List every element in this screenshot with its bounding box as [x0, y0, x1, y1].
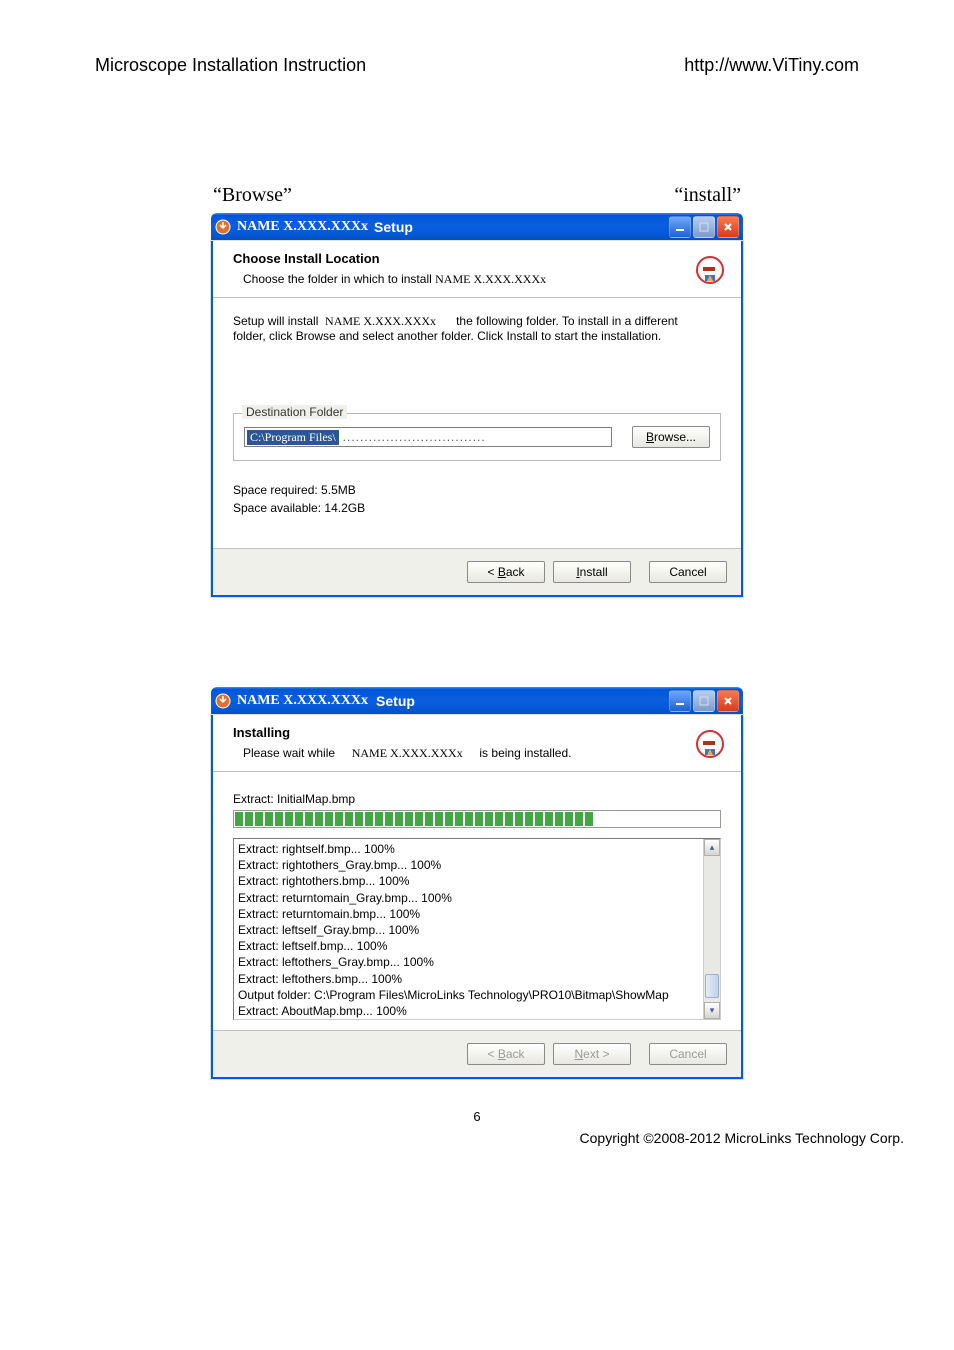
- window-title-setup: Setup: [376, 693, 415, 709]
- annotation-browse: “Browse”: [213, 184, 292, 207]
- space-required: Space required: 5.5MB: [233, 481, 721, 499]
- installing-dialog: NAME X.XXX.XXXx Setup Installing Please …: [211, 687, 743, 1079]
- install-location-dialog: NAME X.XXX.XXXx Setup Choose Install Loc…: [211, 213, 743, 597]
- dialog-heading: Choose Install Location: [233, 251, 695, 266]
- close-button[interactable]: [717, 216, 739, 238]
- cancel-button[interactable]: Cancel: [649, 561, 727, 583]
- window-title-name: NAME X.XXX.XXXx: [237, 693, 368, 709]
- dialog-subheading: Please wait while NAME X.XXX.XXXx is bei…: [243, 746, 695, 761]
- progress-status-label: Extract: InitialMap.bmp: [233, 792, 721, 806]
- window-title-name: NAME X.XXX.XXXx: [237, 219, 368, 235]
- install-button[interactable]: Install: [553, 561, 631, 583]
- doc-title-right: http://www.ViTiny.com: [684, 55, 859, 76]
- back-button: < Back: [467, 1043, 545, 1065]
- annotation-install: “install”: [674, 184, 741, 207]
- minimize-button[interactable]: [669, 690, 691, 712]
- space-available: Space available: 14.2GB: [233, 499, 721, 517]
- scroll-thumb[interactable]: [705, 974, 719, 998]
- installer-icon: [215, 693, 231, 709]
- next-button: Next >: [553, 1043, 631, 1065]
- destination-folder-label: Destination Folder: [242, 405, 347, 419]
- destination-folder-input[interactable]: C:\Program Files\ ......................…: [244, 427, 612, 447]
- destination-folder-group: Destination Folder C:\Program Files\ ...…: [233, 413, 721, 461]
- install-log: Extract: rightself.bmp... 100%Extract: r…: [233, 838, 721, 1020]
- maximize-button: [693, 216, 715, 238]
- log-scrollbar[interactable]: ▴ ▾: [703, 839, 720, 1019]
- cancel-button: Cancel: [649, 1043, 727, 1065]
- install-log-text: Extract: rightself.bmp... 100%Extract: r…: [234, 839, 703, 1019]
- browse-button[interactable]: Browse...: [632, 426, 710, 448]
- installer-icon: [215, 219, 231, 235]
- page-number: 6: [95, 1109, 859, 1124]
- dialog-heading: Installing: [233, 725, 695, 740]
- scroll-down-button[interactable]: ▾: [704, 1002, 720, 1019]
- titlebar[interactable]: NAME X.XXX.XXXx Setup: [211, 687, 743, 715]
- progress-bar: [233, 810, 721, 828]
- close-button[interactable]: [717, 690, 739, 712]
- dialog-subheading: Choose the folder in which to install NA…: [243, 272, 695, 287]
- maximize-button: [693, 690, 715, 712]
- titlebar[interactable]: NAME X.XXX.XXXx Setup: [211, 213, 743, 241]
- installer-logo-icon: [695, 255, 725, 285]
- install-description: Setup will install NAME X.XXX.XXXx the f…: [233, 314, 721, 343]
- minimize-button[interactable]: [669, 216, 691, 238]
- doc-title-left: Microscope Installation Instruction: [95, 55, 366, 76]
- installer-logo-icon: [695, 729, 725, 759]
- scroll-up-button[interactable]: ▴: [704, 839, 720, 856]
- back-button[interactable]: < Back: [467, 561, 545, 583]
- copyright: Copyright ©2008-2012 MicroLinks Technolo…: [0, 1130, 954, 1146]
- window-title-setup: Setup: [374, 219, 413, 235]
